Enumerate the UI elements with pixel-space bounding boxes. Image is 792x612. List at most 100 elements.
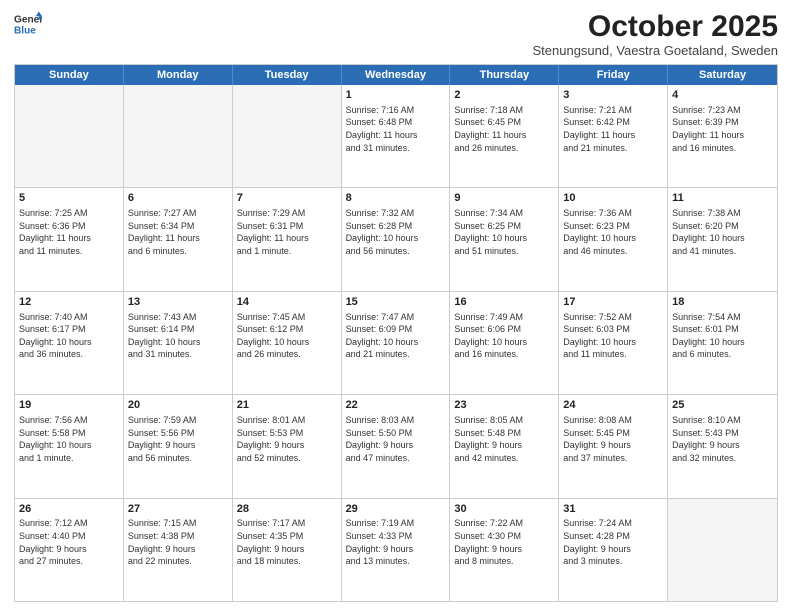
cell-info: Sunrise: 7:27 AMSunset: 6:34 PMDaylight:… [128, 207, 228, 257]
cell-info: Sunrise: 7:47 AMSunset: 6:09 PMDaylight:… [346, 311, 446, 361]
svg-text:Blue: Blue [14, 25, 36, 36]
day-number: 14 [237, 295, 337, 310]
cell-info: Sunrise: 7:59 AMSunset: 5:56 PMDaylight:… [128, 414, 228, 464]
cell-info: Sunrise: 7:16 AMSunset: 6:48 PMDaylight:… [346, 104, 446, 154]
calendar-row: 12Sunrise: 7:40 AMSunset: 6:17 PMDayligh… [15, 292, 777, 395]
cell-info: Sunrise: 7:29 AMSunset: 6:31 PMDaylight:… [237, 207, 337, 257]
calendar-header: SundayMondayTuesdayWednesdayThursdayFrid… [15, 65, 777, 85]
cell-info: Sunrise: 7:38 AMSunset: 6:20 PMDaylight:… [672, 207, 773, 257]
cell-info: Sunrise: 7:18 AMSunset: 6:45 PMDaylight:… [454, 104, 554, 154]
calendar-cell: 3Sunrise: 7:21 AMSunset: 6:42 PMDaylight… [559, 85, 668, 187]
day-number: 16 [454, 295, 554, 310]
calendar-row: 5Sunrise: 7:25 AMSunset: 6:36 PMDaylight… [15, 188, 777, 291]
day-number: 29 [346, 502, 446, 517]
cell-info: Sunrise: 7:40 AMSunset: 6:17 PMDaylight:… [19, 311, 119, 361]
weekday-header: Friday [559, 65, 668, 85]
day-number: 22 [346, 398, 446, 413]
calendar-body: 1Sunrise: 7:16 AMSunset: 6:48 PMDaylight… [15, 85, 777, 601]
calendar-cell: 20Sunrise: 7:59 AMSunset: 5:56 PMDayligh… [124, 395, 233, 497]
cell-info: Sunrise: 7:54 AMSunset: 6:01 PMDaylight:… [672, 311, 773, 361]
cell-info: Sunrise: 8:03 AMSunset: 5:50 PMDaylight:… [346, 414, 446, 464]
calendar-cell: 5Sunrise: 7:25 AMSunset: 6:36 PMDaylight… [15, 188, 124, 290]
month-title: October 2025 [533, 10, 779, 43]
cell-info: Sunrise: 7:52 AMSunset: 6:03 PMDaylight:… [563, 311, 663, 361]
calendar-cell: 1Sunrise: 7:16 AMSunset: 6:48 PMDaylight… [342, 85, 451, 187]
cell-info: Sunrise: 7:25 AMSunset: 6:36 PMDaylight:… [19, 207, 119, 257]
calendar-cell: 4Sunrise: 7:23 AMSunset: 6:39 PMDaylight… [668, 85, 777, 187]
calendar-cell: 23Sunrise: 8:05 AMSunset: 5:48 PMDayligh… [450, 395, 559, 497]
day-number: 5 [19, 191, 119, 206]
day-number: 23 [454, 398, 554, 413]
cell-info: Sunrise: 7:43 AMSunset: 6:14 PMDaylight:… [128, 311, 228, 361]
calendar-cell: 28Sunrise: 7:17 AMSunset: 4:35 PMDayligh… [233, 499, 342, 601]
day-number: 21 [237, 398, 337, 413]
calendar-page: General Blue October 2025 Stenungsund, V… [0, 0, 792, 612]
logo: General Blue [14, 10, 42, 38]
calendar-cell: 17Sunrise: 7:52 AMSunset: 6:03 PMDayligh… [559, 292, 668, 394]
calendar-cell: 8Sunrise: 7:32 AMSunset: 6:28 PMDaylight… [342, 188, 451, 290]
calendar-cell: 10Sunrise: 7:36 AMSunset: 6:23 PMDayligh… [559, 188, 668, 290]
calendar-cell [124, 85, 233, 187]
day-number: 15 [346, 295, 446, 310]
day-number: 17 [563, 295, 663, 310]
calendar-cell: 27Sunrise: 7:15 AMSunset: 4:38 PMDayligh… [124, 499, 233, 601]
cell-info: Sunrise: 7:21 AMSunset: 6:42 PMDaylight:… [563, 104, 663, 154]
calendar-cell: 18Sunrise: 7:54 AMSunset: 6:01 PMDayligh… [668, 292, 777, 394]
day-number: 1 [346, 88, 446, 103]
calendar-cell: 21Sunrise: 8:01 AMSunset: 5:53 PMDayligh… [233, 395, 342, 497]
cell-info: Sunrise: 7:49 AMSunset: 6:06 PMDaylight:… [454, 311, 554, 361]
day-number: 4 [672, 88, 773, 103]
cell-info: Sunrise: 7:22 AMSunset: 4:30 PMDaylight:… [454, 517, 554, 567]
weekday-header: Wednesday [342, 65, 451, 85]
day-number: 18 [672, 295, 773, 310]
location: Stenungsund, Vaestra Goetaland, Sweden [533, 43, 779, 58]
calendar-cell [233, 85, 342, 187]
day-number: 9 [454, 191, 554, 206]
calendar-cell: 14Sunrise: 7:45 AMSunset: 6:12 PMDayligh… [233, 292, 342, 394]
cell-info: Sunrise: 7:15 AMSunset: 4:38 PMDaylight:… [128, 517, 228, 567]
weekday-header: Tuesday [233, 65, 342, 85]
title-block: October 2025 Stenungsund, Vaestra Goetal… [533, 10, 779, 58]
calendar-cell: 12Sunrise: 7:40 AMSunset: 6:17 PMDayligh… [15, 292, 124, 394]
calendar-cell: 30Sunrise: 7:22 AMSunset: 4:30 PMDayligh… [450, 499, 559, 601]
cell-info: Sunrise: 7:19 AMSunset: 4:33 PMDaylight:… [346, 517, 446, 567]
day-number: 11 [672, 191, 773, 206]
calendar-cell: 2Sunrise: 7:18 AMSunset: 6:45 PMDaylight… [450, 85, 559, 187]
calendar-cell: 9Sunrise: 7:34 AMSunset: 6:25 PMDaylight… [450, 188, 559, 290]
cell-info: Sunrise: 7:56 AMSunset: 5:58 PMDaylight:… [19, 414, 119, 464]
page-header: General Blue October 2025 Stenungsund, V… [14, 10, 778, 58]
day-number: 12 [19, 295, 119, 310]
cell-info: Sunrise: 7:34 AMSunset: 6:25 PMDaylight:… [454, 207, 554, 257]
day-number: 20 [128, 398, 228, 413]
day-number: 31 [563, 502, 663, 517]
day-number: 6 [128, 191, 228, 206]
cell-info: Sunrise: 8:08 AMSunset: 5:45 PMDaylight:… [563, 414, 663, 464]
calendar-cell: 22Sunrise: 8:03 AMSunset: 5:50 PMDayligh… [342, 395, 451, 497]
weekday-header: Monday [124, 65, 233, 85]
calendar-cell: 7Sunrise: 7:29 AMSunset: 6:31 PMDaylight… [233, 188, 342, 290]
cell-info: Sunrise: 8:10 AMSunset: 5:43 PMDaylight:… [672, 414, 773, 464]
calendar-cell: 26Sunrise: 7:12 AMSunset: 4:40 PMDayligh… [15, 499, 124, 601]
calendar-cell: 16Sunrise: 7:49 AMSunset: 6:06 PMDayligh… [450, 292, 559, 394]
cell-info: Sunrise: 7:24 AMSunset: 4:28 PMDaylight:… [563, 517, 663, 567]
cell-info: Sunrise: 8:01 AMSunset: 5:53 PMDaylight:… [237, 414, 337, 464]
calendar-cell: 19Sunrise: 7:56 AMSunset: 5:58 PMDayligh… [15, 395, 124, 497]
calendar-cell: 11Sunrise: 7:38 AMSunset: 6:20 PMDayligh… [668, 188, 777, 290]
calendar-cell: 13Sunrise: 7:43 AMSunset: 6:14 PMDayligh… [124, 292, 233, 394]
cell-info: Sunrise: 7:32 AMSunset: 6:28 PMDaylight:… [346, 207, 446, 257]
day-number: 19 [19, 398, 119, 413]
calendar-cell: 29Sunrise: 7:19 AMSunset: 4:33 PMDayligh… [342, 499, 451, 601]
day-number: 8 [346, 191, 446, 206]
logo-icon: General Blue [14, 10, 42, 38]
day-number: 13 [128, 295, 228, 310]
calendar-cell: 31Sunrise: 7:24 AMSunset: 4:28 PMDayligh… [559, 499, 668, 601]
day-number: 2 [454, 88, 554, 103]
calendar: SundayMondayTuesdayWednesdayThursdayFrid… [14, 64, 778, 602]
day-number: 7 [237, 191, 337, 206]
calendar-cell [15, 85, 124, 187]
weekday-header: Sunday [15, 65, 124, 85]
day-number: 30 [454, 502, 554, 517]
calendar-row: 26Sunrise: 7:12 AMSunset: 4:40 PMDayligh… [15, 499, 777, 601]
day-number: 10 [563, 191, 663, 206]
day-number: 3 [563, 88, 663, 103]
